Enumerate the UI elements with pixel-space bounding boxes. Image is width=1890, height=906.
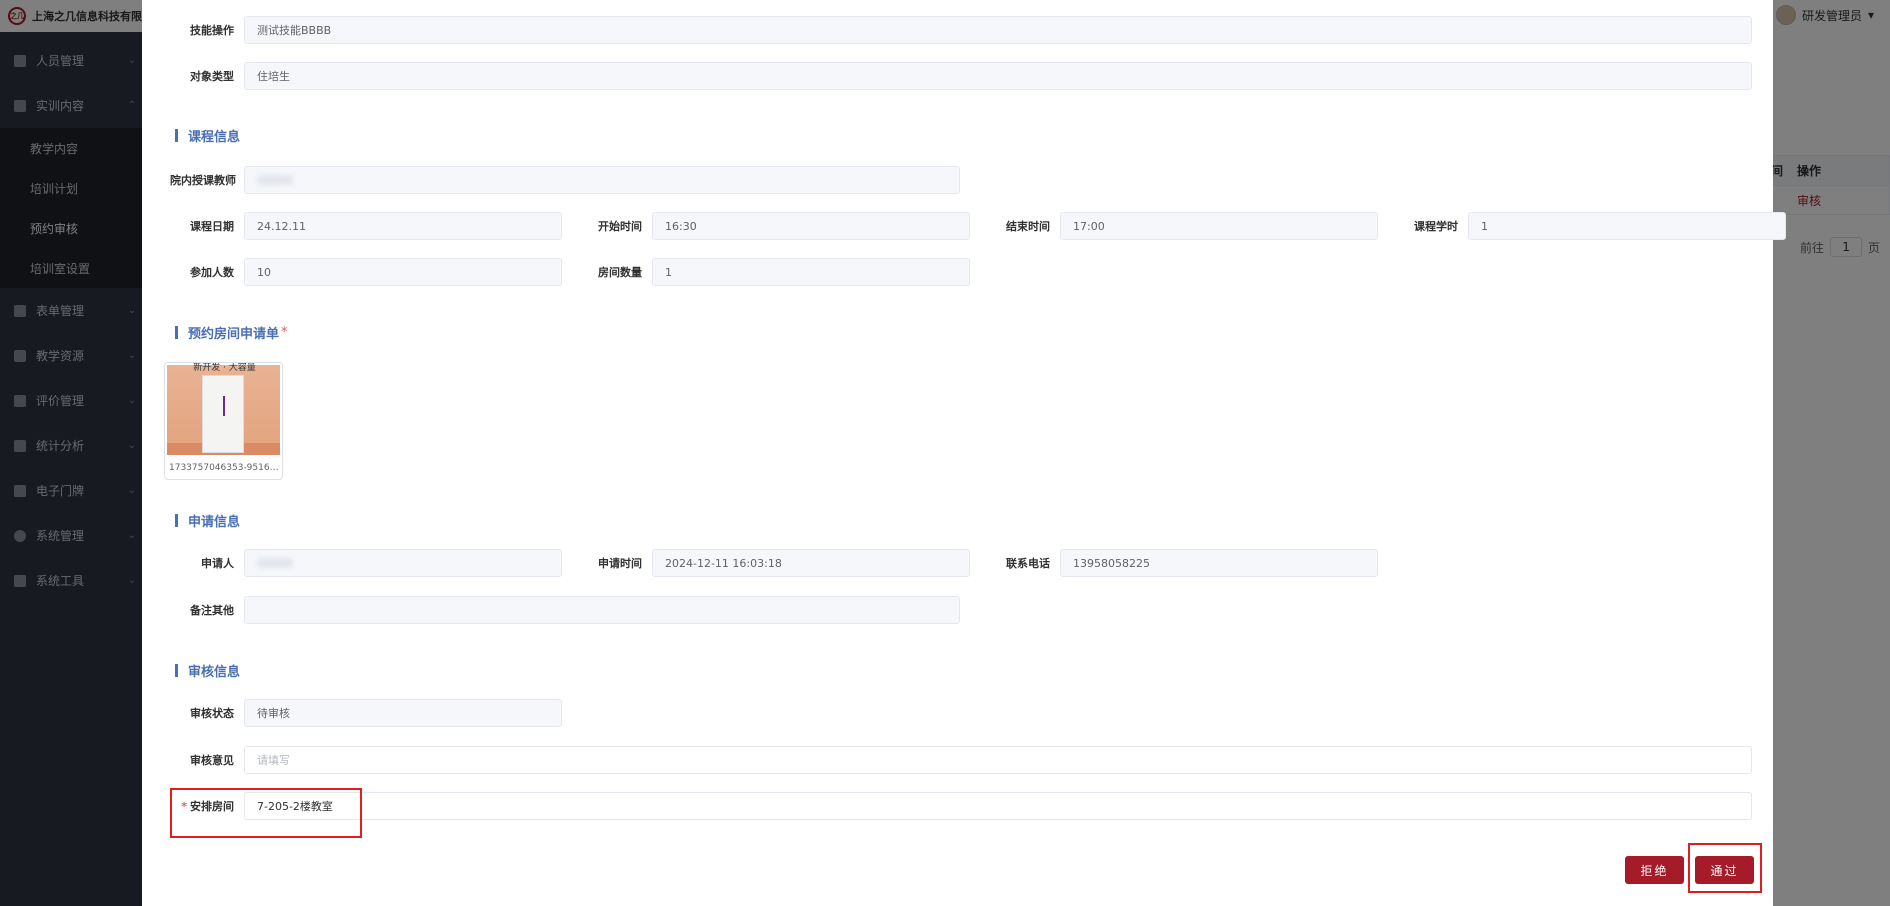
object-type-field: 住培生	[244, 62, 1752, 90]
section-bar	[175, 129, 178, 142]
course-info-section: 课程信息	[175, 126, 240, 145]
review-drawer: 技能操作 测试技能BBBB 对象类型 住培生 课程信息 院内授课教师 课程日期 …	[142, 0, 1786, 906]
teacher-row: 院内授课教师	[142, 166, 960, 194]
cabinet-image	[202, 375, 244, 453]
course-hours-label: 课程学时	[1414, 220, 1458, 233]
skill-op-label: 技能操作	[190, 24, 234, 37]
apply-info-section: 申请信息	[175, 511, 240, 530]
section-bar	[175, 514, 178, 527]
redacted-value	[257, 175, 293, 185]
participants-field: 10	[244, 258, 562, 286]
highlight-arrange-room	[170, 788, 362, 838]
apply-time-field: 2024-12-11 16:03:18	[652, 549, 970, 577]
review-status-label: 审核状态	[190, 707, 234, 720]
object-type-label: 对象类型	[190, 70, 234, 83]
review-status-row: 审核状态 待审核	[142, 699, 562, 727]
review-opinion-row: 审核意见 请填写	[142, 746, 1752, 774]
attachment-image-title: 新开发 · 大容量	[193, 363, 256, 373]
start-time-label: 开始时间	[598, 220, 642, 233]
start-time-field: 16:30	[652, 212, 970, 240]
review-status-field: 待审核	[244, 699, 562, 727]
skill-op-field: 测试技能BBBB	[244, 16, 1752, 44]
attachment-filename: 1733757046353-951658...	[169, 463, 279, 473]
participants-row: 参加人数 10 房间数量 1	[142, 258, 970, 286]
end-time-field: 17:00	[1060, 212, 1378, 240]
course-date-field: 24.12.11	[244, 212, 562, 240]
applicant-label: 申请人	[201, 557, 234, 570]
review-info-section: 审核信息	[175, 661, 240, 680]
course-hours-field: 1	[1468, 212, 1786, 240]
section-bar	[175, 326, 178, 339]
remark-label: 备注其他	[190, 604, 234, 617]
redacted-value	[257, 558, 293, 568]
applicant-field	[244, 549, 562, 577]
highlight-approve	[1688, 843, 1762, 893]
object-type-row: 对象类型 住培生	[142, 62, 1752, 90]
participants-label: 参加人数	[190, 266, 234, 279]
required-mark: *	[281, 325, 288, 340]
section-bar	[175, 664, 178, 677]
room-form-section: 预约房间申请单 *	[175, 323, 288, 342]
course-date-row: 课程日期 24.12.11 开始时间 16:30 结束时间 17:00 课程学时…	[142, 212, 1786, 240]
review-opinion-label: 审核意见	[190, 754, 234, 767]
arrange-room-row: * 安排房间 7-205-2楼教室	[142, 792, 1752, 820]
teacher-field	[244, 166, 960, 194]
applicant-row: 申请人 申请时间 2024-12-11 16:03:18 联系电话 139580…	[142, 549, 1378, 577]
room-count-field: 1	[652, 258, 970, 286]
remark-row: 备注其他	[142, 596, 960, 624]
phone-field: 13958058225	[1060, 549, 1378, 577]
attachment-thumbnail[interactable]: 新开发 · 大容量 1733757046353-951658...	[164, 362, 283, 480]
phone-label: 联系电话	[1006, 557, 1050, 570]
remark-field	[244, 596, 960, 624]
apply-time-label: 申请时间	[598, 557, 642, 570]
review-opinion-input[interactable]: 请填写	[244, 746, 1752, 774]
end-time-label: 结束时间	[1006, 220, 1050, 233]
reject-button[interactable]: 拒绝	[1625, 856, 1684, 884]
teacher-label: 院内授课教师	[170, 174, 236, 187]
skill-op-row: 技能操作 测试技能BBBB	[142, 16, 1752, 44]
arrange-room-input[interactable]: 7-205-2楼教室	[244, 792, 1752, 820]
course-date-label: 课程日期	[190, 220, 234, 233]
room-count-label: 房间数量	[598, 266, 642, 279]
